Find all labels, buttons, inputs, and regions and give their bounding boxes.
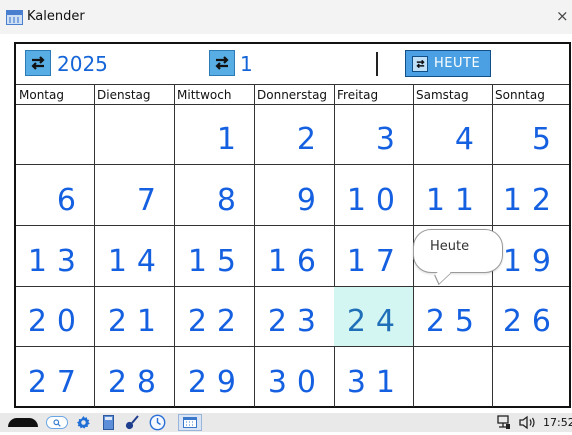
- day-cell[interactable]: 15: [174, 226, 254, 287]
- day-cell[interactable]: 21: [94, 287, 174, 347]
- day-cell[interactable]: 1: [174, 105, 254, 165]
- day-cell[interactable]: 17: [334, 226, 413, 287]
- day-cell[interactable]: 30: [254, 347, 334, 407]
- day-cell[interactable]: 2: [254, 105, 334, 165]
- volume-icon[interactable]: [518, 415, 538, 430]
- day-number: 17: [346, 244, 405, 279]
- day-number: 6: [56, 183, 86, 218]
- title-bar: Kalender ×: [0, 0, 572, 34]
- day-cell[interactable]: 26: [492, 287, 569, 347]
- day-number: 8: [216, 183, 246, 218]
- day-number: 30: [267, 365, 326, 400]
- day-number: 13: [27, 244, 86, 279]
- calendar-toolbar: 2025 1 HEUTE: [16, 44, 569, 84]
- today-button[interactable]: HEUTE: [405, 50, 491, 77]
- taskbar: 17:52: [0, 413, 572, 432]
- day-cell[interactable]: 29: [174, 347, 254, 407]
- day-number: 10: [346, 183, 405, 218]
- month-label: 1: [240, 52, 253, 76]
- weekday-header: Mittwoch: [174, 85, 254, 105]
- day-cell[interactable]: 31: [334, 347, 413, 407]
- start-menu-icon[interactable]: [8, 418, 38, 427]
- day-number: 16: [267, 244, 326, 279]
- weekday-header: Sonntag: [492, 85, 569, 105]
- calculator-icon[interactable]: [103, 415, 114, 430]
- day-number: 9: [296, 183, 326, 218]
- day-number: 20: [27, 304, 86, 339]
- day-number: 1: [216, 122, 246, 157]
- clock: 17:52: [543, 416, 572, 429]
- day-cell[interactable]: 4: [413, 105, 492, 165]
- day-cell[interactable]: 22: [174, 287, 254, 347]
- day-cell[interactable]: 23: [254, 287, 334, 347]
- calendar-frame: 2025 1 HEUTE Montag Dienstag Mittwoch Donne…: [14, 42, 571, 408]
- today-button-label: HEUTE: [434, 56, 481, 71]
- search-icon[interactable]: [46, 416, 68, 429]
- month-cycle-button[interactable]: [209, 50, 235, 76]
- day-cell-today[interactable]: 24: [334, 287, 413, 347]
- day-number: 11: [425, 183, 484, 218]
- day-cell[interactable]: 28: [94, 347, 174, 407]
- day-cell: [413, 347, 492, 407]
- day-cell[interactable]: 27: [16, 347, 94, 407]
- clock-app-icon[interactable]: [149, 414, 166, 431]
- paint-brush-icon[interactable]: [124, 415, 140, 430]
- day-cell[interactable]: 14: [94, 226, 174, 287]
- window-title: Kalender: [27, 9, 85, 24]
- day-number: 12: [502, 183, 561, 218]
- day-number: 4: [454, 122, 484, 157]
- day-number: 2: [296, 122, 326, 157]
- weekday-header: Donnerstag: [254, 85, 334, 105]
- day-number: 27: [27, 365, 86, 400]
- day-number: 24: [346, 304, 405, 339]
- day-cell: [492, 347, 569, 407]
- day-number: 21: [107, 304, 166, 339]
- day-number: 7: [136, 183, 166, 218]
- day-number: 28: [107, 365, 166, 400]
- day-number: 29: [187, 365, 246, 400]
- day-number: 15: [187, 244, 246, 279]
- day-number: 22: [187, 304, 246, 339]
- day-cell: [94, 105, 174, 165]
- day-number: 3: [375, 122, 405, 157]
- day-number: 25: [425, 304, 484, 339]
- day-number: 5: [531, 122, 561, 157]
- day-number: 31: [346, 365, 405, 400]
- weekday-header: Samstag: [413, 85, 492, 105]
- day-cell[interactable]: 25: [413, 287, 492, 347]
- day-cell[interactable]: 19: [492, 226, 569, 287]
- weekday-header: Freitag: [334, 85, 413, 105]
- day-cell[interactable]: 12: [492, 165, 569, 226]
- year-label: 2025: [57, 52, 108, 76]
- close-icon[interactable]: ×: [556, 8, 569, 24]
- gear-icon[interactable]: [76, 415, 91, 430]
- weekday-header: Montag: [16, 85, 94, 105]
- day-cell[interactable]: 10: [334, 165, 413, 226]
- day-cell[interactable]: 3: [334, 105, 413, 165]
- day-number: 23: [267, 304, 326, 339]
- cycle-icon: [215, 56, 229, 70]
- calendar-taskbar-icon[interactable]: [178, 414, 202, 431]
- day-cell[interactable]: 11: [413, 165, 492, 226]
- cycle-icon: [31, 56, 45, 70]
- day-cell[interactable]: 6: [16, 165, 94, 226]
- toolbar-divider: [376, 52, 378, 76]
- day-cell: [16, 105, 94, 165]
- day-number: 14: [107, 244, 166, 279]
- day-cell[interactable]: 9: [254, 165, 334, 226]
- day-number: 26: [502, 304, 561, 339]
- day-number: 19: [502, 244, 561, 279]
- network-icon[interactable]: [497, 415, 511, 430]
- weekday-header: Dienstag: [94, 85, 174, 105]
- day-cell[interactable]: 8: [174, 165, 254, 226]
- day-cell[interactable]: 13: [16, 226, 94, 287]
- day-cell[interactable]: 5: [492, 105, 569, 165]
- day-cell[interactable]: 20: [16, 287, 94, 347]
- today-tooltip: Heute: [413, 229, 503, 273]
- cycle-icon: [412, 55, 428, 72]
- year-cycle-button[interactable]: [25, 50, 51, 76]
- day-cell[interactable]: 16: [254, 226, 334, 287]
- calendar-app-icon: [6, 10, 23, 25]
- day-cell[interactable]: 7: [94, 165, 174, 226]
